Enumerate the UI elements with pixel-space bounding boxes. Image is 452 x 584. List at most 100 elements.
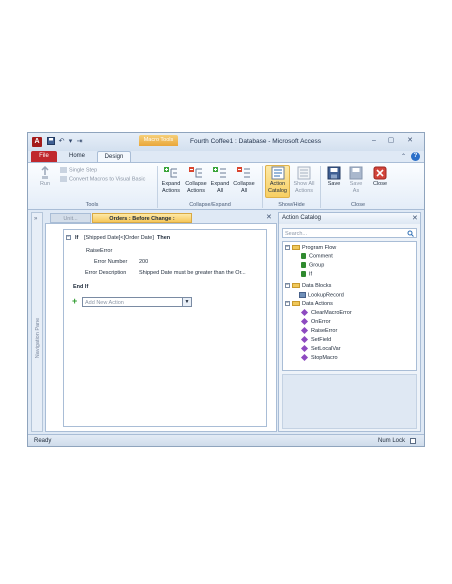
- close-document-icon[interactable]: ✕: [266, 213, 272, 221]
- expand-all-button[interactable]: Expand All: [209, 166, 231, 194]
- tree-item-setfield[interactable]: SetField: [300, 336, 331, 344]
- data-action-icon: [300, 354, 309, 362]
- save-disk-icon: [327, 166, 341, 180]
- tree-item-clearmacroerror[interactable]: ClearMacroError: [300, 309, 352, 317]
- status-ready: Ready: [34, 438, 52, 444]
- help-icon[interactable]: ?: [411, 152, 420, 161]
- group-label-collapse-expand: Collapse/Expand: [189, 202, 231, 208]
- tree-item-group[interactable]: Group: [301, 262, 324, 269]
- save-button[interactable]: Save: [324, 166, 344, 188]
- run-button[interactable]: Run: [34, 166, 56, 188]
- document-tab-row: Unit... Orders : Before Change : ✕: [45, 212, 277, 223]
- tree-item-comment[interactable]: Comment: [301, 253, 333, 260]
- tab-design[interactable]: Design: [97, 151, 131, 162]
- save-icon[interactable]: [46, 137, 55, 146]
- expand-actions-icon: [164, 167, 177, 178]
- convert-macros-button[interactable]: Convert Macros to Visual Basic: [60, 176, 145, 182]
- close-catalog-icon[interactable]: ✕: [412, 214, 418, 222]
- folder-icon: [292, 245, 300, 251]
- ribbon-tab-row: File Home Design ⌃ ?: [28, 151, 424, 162]
- comment-action-icon: [301, 253, 306, 259]
- show-all-actions-icon: [297, 166, 311, 180]
- customize-quick-access-icon[interactable]: ⇥: [75, 137, 84, 146]
- data-action-icon: [300, 309, 309, 317]
- search-icon[interactable]: [407, 230, 414, 237]
- collapse-if-icon[interactable]: −: [66, 235, 71, 240]
- tab-orders-before-change[interactable]: Orders : Before Change :: [92, 213, 192, 223]
- tree-item-raiseerror[interactable]: RaiseError: [300, 327, 337, 335]
- collapse-group-icon[interactable]: −: [285, 245, 290, 251]
- tree-group-data-actions[interactable]: − Data Actions: [285, 301, 333, 308]
- add-new-action-dropdown[interactable]: Add New Action ▼: [82, 297, 192, 307]
- minimize-button[interactable]: –: [368, 136, 380, 146]
- window-title: Fourth Coffee1 : Database - Microsoft Ac…: [190, 138, 322, 145]
- show-all-actions-button[interactable]: Show All Actions: [291, 166, 317, 194]
- expand-nav-pane-icon[interactable]: »: [34, 216, 37, 222]
- if-keyword: If: [75, 235, 79, 241]
- design-view-icon[interactable]: [410, 438, 416, 444]
- single-step-icon: [60, 167, 67, 173]
- action-catalog-button[interactable]: Action Catalog: [265, 165, 290, 198]
- expand-all-icon: [213, 167, 226, 178]
- collapse-actions-icon: [189, 167, 202, 178]
- error-description-value[interactable]: Shipped Date must be greater than the Or…: [139, 270, 246, 276]
- group-label-tools: Tools: [85, 202, 99, 208]
- tree-group-data-blocks[interactable]: − Data Blocks: [285, 283, 331, 290]
- error-description-label: Error Description: [85, 270, 127, 276]
- save-as-button[interactable]: Save As: [346, 166, 366, 194]
- group-label-show-hide: Show/Hide: [278, 202, 305, 208]
- macro-tools-context-tab: Macro Tools: [139, 135, 178, 146]
- action-catalog-header: Action Catalog ✕: [279, 213, 420, 224]
- end-if-keyword: End If: [73, 284, 89, 290]
- close-window-button[interactable]: ✕: [404, 136, 416, 146]
- minimize-ribbon-icon[interactable]: ⌃: [401, 153, 406, 160]
- tree-item-onerror[interactable]: OnError: [300, 318, 331, 326]
- data-action-icon: [300, 336, 309, 344]
- action-catalog-tree: − Program Flow Comment Group If − Data Blo…: [282, 241, 417, 371]
- access-window: A ↶ ▾ ⇥ Macro Tools Fourth Coffee1 : Dat…: [27, 132, 425, 447]
- if-condition[interactable]: [Shipped Date]<[Order Date]: [84, 235, 154, 241]
- tab-file[interactable]: File: [31, 151, 57, 162]
- data-action-icon: [300, 318, 309, 326]
- tree-item-lookuprecord[interactable]: LookupRecord: [299, 292, 344, 299]
- folder-icon: [292, 283, 300, 289]
- expand-actions-button[interactable]: Expand Actions: [159, 166, 183, 194]
- add-new-action-placeholder: Add New Action: [85, 300, 124, 306]
- tree-group-program-flow[interactable]: − Program Flow: [285, 245, 336, 252]
- if-action-icon: [301, 271, 306, 277]
- error-number-value[interactable]: 200: [139, 259, 148, 265]
- save-as-icon: [349, 166, 363, 180]
- convert-macros-icon: [60, 176, 67, 182]
- error-number-label: Error Number: [94, 259, 128, 265]
- group-label-close: Close: [350, 202, 366, 208]
- then-keyword: Then: [157, 235, 171, 241]
- undo-icon[interactable]: ↶: [57, 137, 66, 146]
- action-catalog-title: Action Catalog: [282, 215, 322, 221]
- catalog-search-input[interactable]: Search...: [282, 228, 417, 238]
- action-raiseerror[interactable]: RaiseError: [86, 248, 112, 254]
- add-action-plus-icon: +: [72, 296, 78, 306]
- tab-unit-document[interactable]: Unit...: [50, 213, 91, 223]
- data-block-icon: [299, 292, 306, 298]
- title-bar: A ↶ ▾ ⇥ Macro Tools Fourth Coffee1 : Dat…: [28, 133, 424, 151]
- collapse-all-icon: [237, 167, 250, 178]
- tab-home[interactable]: Home: [64, 151, 90, 162]
- status-num-lock: Num Lock: [378, 438, 406, 444]
- single-step-button[interactable]: Single Step: [60, 167, 97, 173]
- undo-dropdown-icon[interactable]: ▾: [66, 137, 75, 146]
- collapse-actions-button[interactable]: Collapse Actions: [184, 166, 208, 194]
- collapse-group-icon[interactable]: −: [285, 283, 290, 289]
- access-app-icon[interactable]: A: [32, 137, 42, 147]
- collapse-all-button[interactable]: Collapse All: [232, 166, 256, 194]
- macro-block: − If [Shipped Date]<[Order Date] Then Ra…: [63, 229, 267, 427]
- group-action-icon: [301, 262, 306, 268]
- collapse-group-icon[interactable]: −: [285, 301, 290, 307]
- tree-item-setlocalvar[interactable]: SetLocalVar: [300, 345, 341, 353]
- chevron-down-icon[interactable]: ▼: [182, 298, 191, 306]
- tree-item-stopmacro[interactable]: StopMacro: [300, 354, 338, 362]
- navigation-pane[interactable]: » Navigation Pane: [31, 212, 43, 432]
- maximize-button[interactable]: ▢: [385, 136, 397, 146]
- tree-item-if[interactable]: If: [301, 271, 312, 278]
- close-red-x-icon: [373, 166, 387, 180]
- close-macro-button[interactable]: Close: [369, 166, 391, 188]
